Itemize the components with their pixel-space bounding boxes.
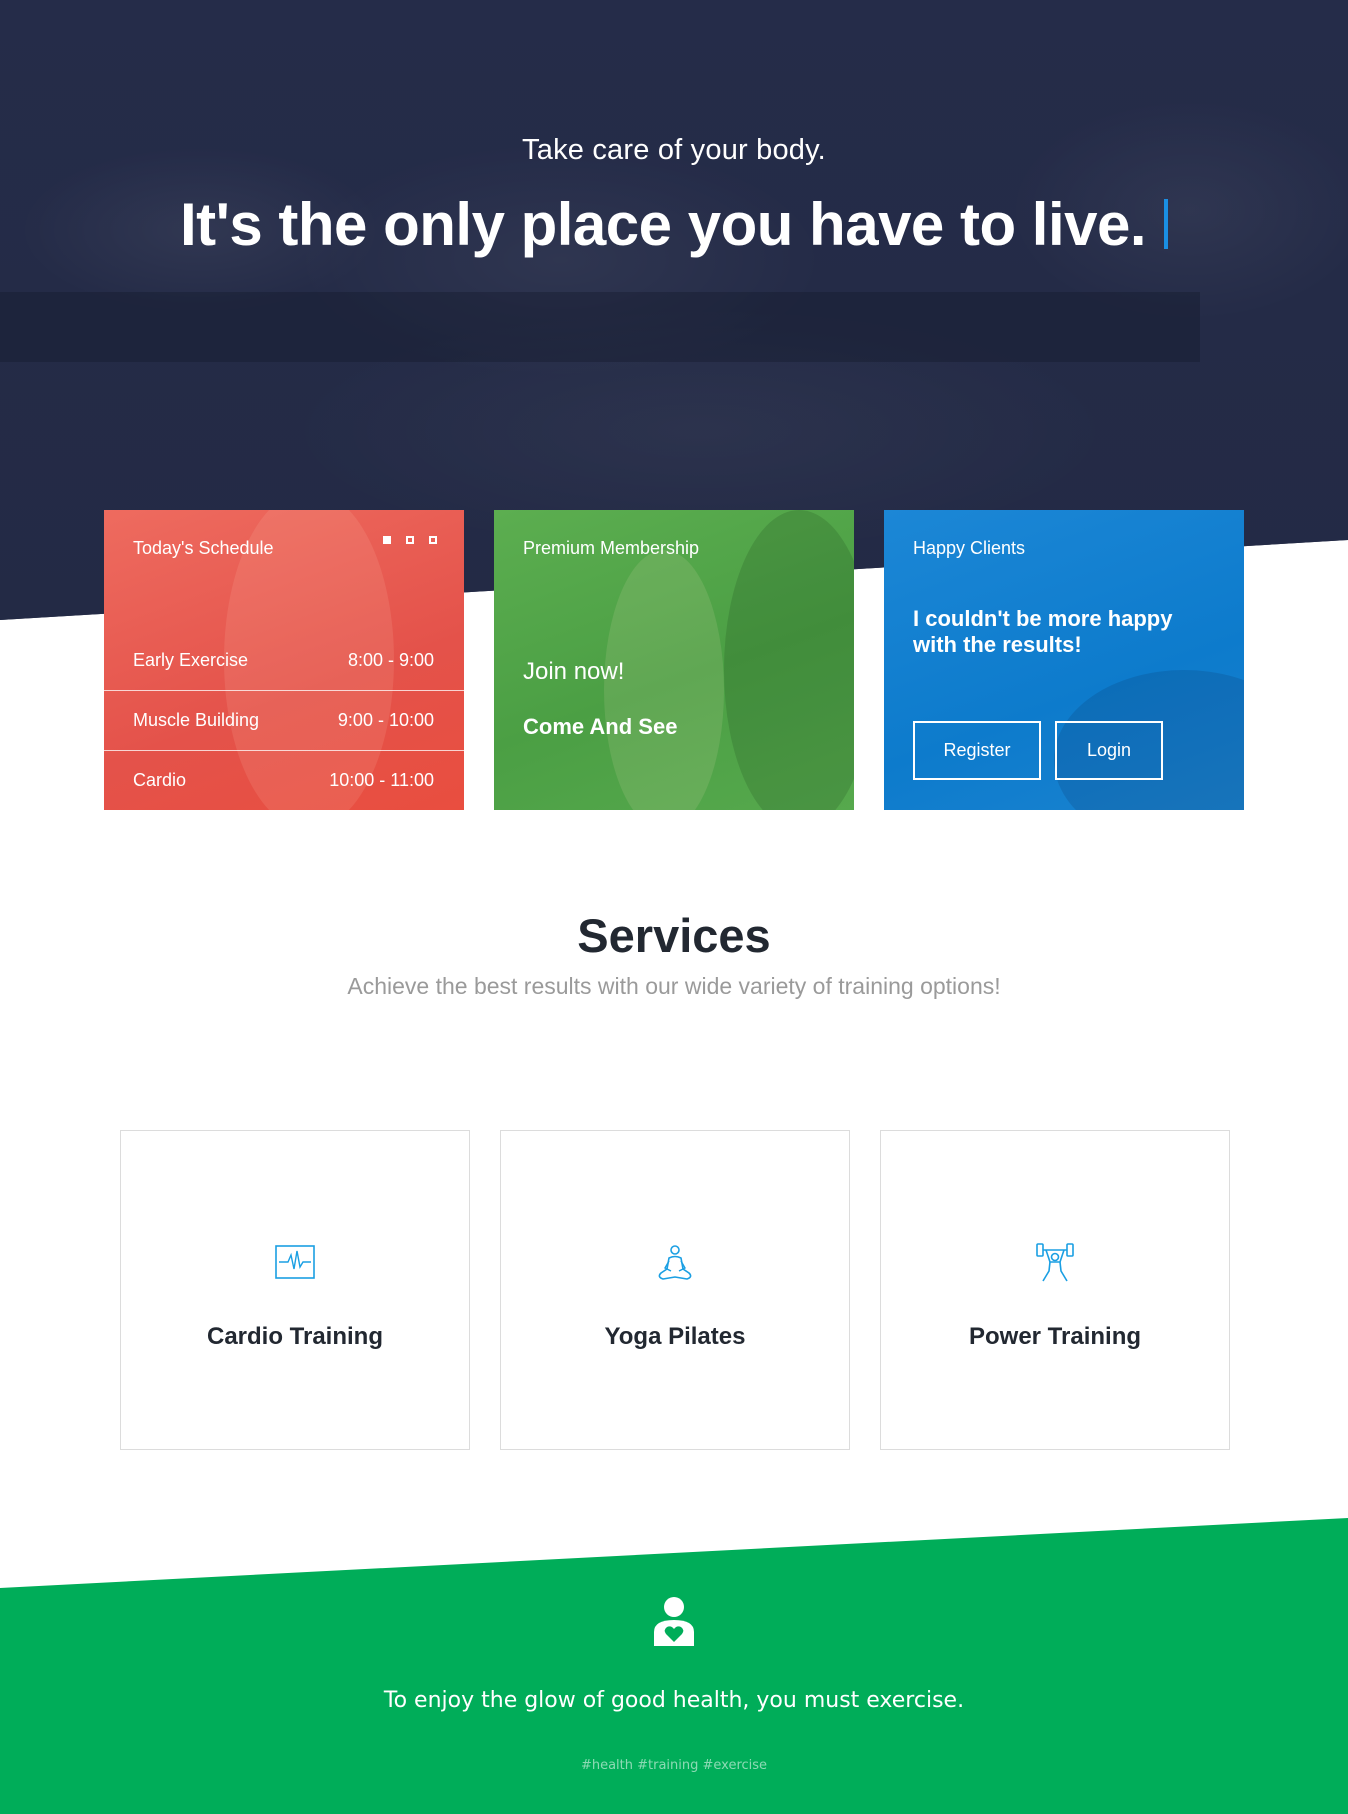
clients-title: Happy Clients — [913, 538, 1026, 558]
person-heart-icon — [654, 1597, 694, 1646]
membership-title: Premium Membership — [523, 538, 700, 558]
membership-card[interactable]: Premium Membership Join now! Come And Se… — [494, 510, 854, 810]
carousel-dot-2[interactable] — [406, 536, 414, 544]
schedule-item-name: Muscle Building — [133, 710, 260, 730]
client-quote: I couldn't be more happy with the result… — [913, 606, 1173, 657]
schedule-item-time: 9:00 - 10:00 — [337, 710, 434, 730]
hero-title-text: It's the only place you have to live. — [179, 191, 1147, 258]
hero-background-shade — [0, 292, 1200, 362]
hashtags: #health #training #exercise — [580, 1758, 768, 1773]
login-button[interactable]: Login — [1055, 721, 1163, 780]
join-now-text: Join now! — [523, 658, 625, 685]
schedule-item-time: 10:00 - 11:00 — [329, 770, 434, 790]
weightlifter-icon — [1036, 1243, 1074, 1282]
heartbeat-monitor-icon — [275, 1245, 315, 1279]
register-button[interactable]: Register — [913, 721, 1041, 780]
schedule-item-time: 8:00 - 9:00 — [347, 649, 434, 670]
yoga-meditation-icon — [658, 1245, 692, 1280]
schedule-title: Today's Schedule — [133, 538, 274, 558]
hero-headline: It's the only place you have to live. — [0, 190, 1348, 259]
come-and-see-link[interactable]: Come And See — [523, 714, 677, 740]
schedule-row: Muscle Building 9:00 - 10:00 — [104, 690, 464, 750]
service-label: Yoga Pilates — [604, 1323, 746, 1350]
service-card-cardio[interactable]: Cardio Training — [120, 1130, 470, 1450]
hero-subtitle: Take care of your body. — [522, 134, 826, 166]
service-card-yoga[interactable]: Yoga Pilates — [500, 1130, 850, 1450]
carousel-dot-3[interactable] — [429, 536, 437, 544]
typing-caret — [1164, 199, 1169, 249]
services-subtitle: Achieve the best results with our wide v… — [347, 973, 1001, 999]
schedule-card: Today's Schedule Early Exercise 8:00 - 9… — [104, 510, 464, 810]
clients-card: Happy Clients I couldn't be more happy w… — [884, 510, 1244, 810]
schedule-row: Cardio 10:00 - 11:00 — [104, 750, 464, 810]
service-label: Cardio Training — [206, 1323, 383, 1350]
carousel-dots — [383, 536, 437, 544]
service-card-power[interactable]: Power Training — [880, 1130, 1230, 1450]
service-label: Power Training — [968, 1323, 1142, 1350]
services-title: Services — [577, 909, 771, 962]
schedule-item-name: Early Exercise — [133, 649, 249, 670]
carousel-dot-1[interactable] — [383, 536, 391, 544]
schedule-row: Early Exercise 8:00 - 9:00 — [104, 630, 464, 690]
motivation-quote: To enjoy the glow of good health, you mu… — [383, 1688, 965, 1713]
card-photo-figure — [724, 510, 854, 810]
schedule-item-name: Cardio — [133, 770, 187, 790]
